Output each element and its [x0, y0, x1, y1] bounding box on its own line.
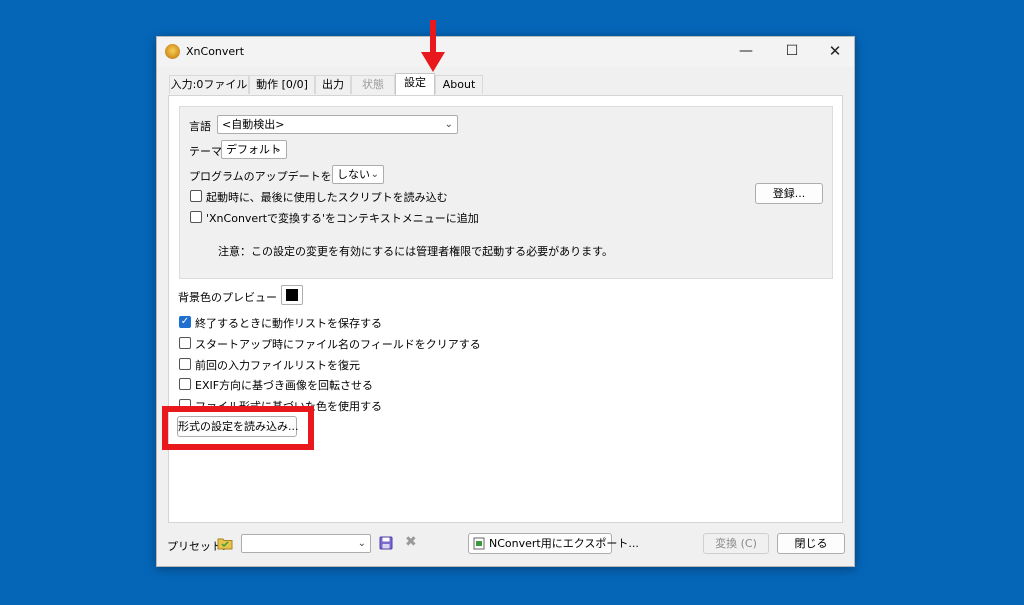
theme-label: テーマ [189, 145, 222, 158]
chevron-down-icon: ⌄ [273, 144, 282, 155]
convert-button: 変換 (C) [703, 533, 769, 554]
tab-about[interactable]: About [435, 75, 483, 94]
load-script-checkbox[interactable] [190, 190, 202, 202]
exif-rotate-label: EXIF方向に基づき画像を回転させる [195, 379, 374, 392]
language-value: <自動検出> [222, 118, 285, 131]
bg-color-swatch [286, 289, 298, 301]
tab-actions[interactable]: 動作 [0/0] [249, 75, 315, 94]
title-bar: XnConvert — ☐ ✕ [157, 37, 854, 67]
save-actions-checkbox[interactable]: ✓ [179, 316, 191, 328]
window-title: XnConvert [186, 45, 245, 58]
language-select[interactable]: <自動検出> ⌄ [217, 115, 458, 134]
annotation-arrow-icon [421, 52, 445, 72]
tab-output[interactable]: 出力 [315, 75, 351, 94]
open-folder-icon[interactable] [217, 536, 233, 550]
update-check-select[interactable]: しない ⌄ [332, 165, 384, 184]
delete-preset-icon[interactable]: ✖ [405, 534, 417, 550]
close-button[interactable]: 閉じる [777, 533, 845, 554]
export-icon [473, 537, 485, 550]
minimize-button[interactable]: — [724, 37, 768, 67]
restore-input-checkbox[interactable] [179, 358, 191, 370]
tab-status: 状態 [351, 75, 395, 94]
exif-rotate-checkbox[interactable] [179, 378, 191, 390]
admin-note: 注意：この設定の変更を有効にするには管理者権限で起動する必要があります。 [218, 245, 614, 258]
settings-panel: 言語 <自動検出> ⌄ テーマ デフォルト ⌄ プログラムのアップデートをチェッ… [168, 95, 843, 523]
convert-label: 変換 (C) [715, 537, 757, 550]
export-nconvert-button[interactable]: NConvert用にエクスポート... [468, 533, 639, 554]
bg-preview-label: 背景色のプレビュー [178, 291, 277, 304]
annotation-arrow-shaft [430, 20, 436, 54]
bg-color-picker[interactable] [281, 285, 303, 305]
global-settings-group: 言語 <自動検出> ⌄ テーマ デフォルト ⌄ プログラムのアップデートをチェッ… [179, 106, 833, 279]
tab-input[interactable]: 入力:0ファイル [169, 75, 249, 94]
theme-select[interactable]: デフォルト ⌄ [221, 140, 287, 159]
xnconvert-window: XnConvert — ☐ ✕ 入力:0ファイル 動作 [0/0] 出力 状態 … [156, 36, 855, 567]
context-menu-label: 'XnConvertで変換する'をコンテキストメニューに追加 [206, 212, 479, 225]
annotation-highlight-box [162, 406, 314, 450]
chevron-down-icon: ⌄ [357, 538, 366, 549]
preset-select[interactable]: ⌄ [241, 534, 371, 553]
context-menu-checkbox[interactable] [190, 211, 202, 223]
xnconvert-app-icon [165, 44, 180, 59]
language-label: 言語 [189, 120, 211, 133]
export-label: NConvert用にエクスポート... [489, 537, 639, 550]
chevron-down-icon: ⌄ [370, 169, 379, 180]
chevron-down-icon: ⌄ [444, 119, 453, 130]
load-script-label: 起動時に、最後に使用したスクリプトを読み込む [206, 191, 448, 204]
clear-filename-label: スタートアップ時にファイル名のフィールドをクリアする [195, 338, 481, 351]
save-preset-icon[interactable] [379, 536, 393, 550]
update-check-value: しない [337, 168, 370, 181]
tab-settings[interactable]: 設定 [395, 73, 435, 95]
save-actions-label: 終了するときに動作リストを保存する [195, 317, 382, 330]
maximize-button[interactable]: ☐ [770, 37, 814, 67]
close-window-button[interactable]: ✕ [813, 37, 857, 67]
register-button[interactable]: 登録... [755, 183, 823, 204]
restore-input-label: 前回の入力ファイルリストを復元 [195, 359, 360, 372]
clear-filename-checkbox[interactable] [179, 337, 191, 349]
